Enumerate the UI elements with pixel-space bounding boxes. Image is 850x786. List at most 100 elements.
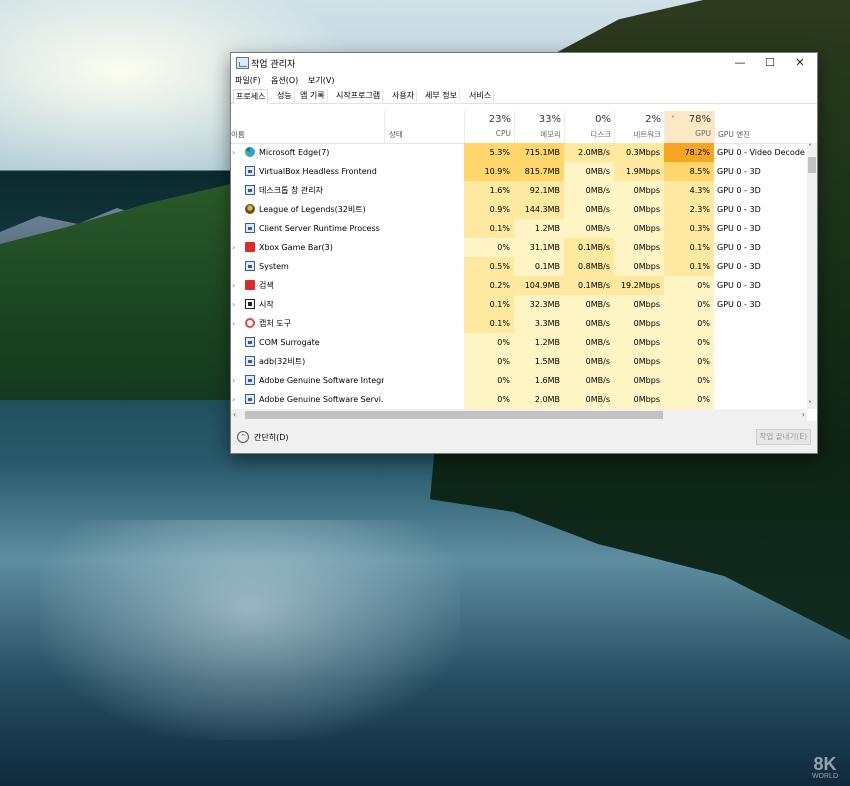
league-icon bbox=[245, 204, 255, 214]
network-cell: 0Mbps bbox=[614, 219, 664, 238]
header-memory[interactable]: 33% 메모리 bbox=[514, 111, 565, 143]
header-cpu-label: CPU bbox=[495, 129, 511, 138]
network-cell: 0Mbps bbox=[614, 314, 664, 333]
tab-startup[interactable]: 시작프로그램 bbox=[334, 89, 384, 102]
end-task-button[interactable]: 작업 끝내기(E) bbox=[755, 429, 811, 445]
header-disk[interactable]: 0% 디스크 bbox=[564, 111, 615, 143]
vertical-scroll-thumb[interactable] bbox=[808, 157, 816, 173]
expand-chevron-icon[interactable]: › bbox=[232, 238, 235, 257]
process-name: Microsoft Edge(7) bbox=[259, 148, 330, 157]
expand-chevron-icon[interactable]: › bbox=[232, 314, 235, 333]
disk-cell: 0MB/s bbox=[564, 162, 614, 181]
xbox-icon bbox=[245, 242, 255, 252]
memory-cell: 2.0MB bbox=[514, 390, 564, 409]
collapse-chevron-icon[interactable]: ⌃ bbox=[237, 431, 249, 443]
column-headers: 이름 상태 23% CPU 33% 메모리 0% 디스크 2% 네트워크 ˅ 7… bbox=[231, 111, 817, 144]
gpu-engine-cell: GPU 0 - 3D bbox=[717, 167, 761, 176]
cpu-cell: 0.5% bbox=[464, 257, 514, 276]
header-gpu-percent: 78% bbox=[688, 114, 711, 125]
memory-cell: 1.2MB bbox=[514, 219, 564, 238]
tab-processes[interactable]: 프로세스 bbox=[233, 89, 269, 104]
gpu-engine-cell: GPU 0 - 3D bbox=[717, 186, 761, 195]
process-name: VirtualBox Headless Frontend bbox=[259, 167, 377, 176]
process-name: League of Legends(32비트) bbox=[259, 205, 366, 214]
network-cell: 0Mbps bbox=[614, 352, 664, 371]
header-status[interactable]: 상태 bbox=[384, 111, 465, 143]
table-row[interactable]: › 검색 0.2% 104.9MB 0.1MB/s 19.2Mbps 0% GPU 0 - 3… bbox=[231, 276, 807, 295]
tab-users[interactable]: 사용자 bbox=[390, 89, 418, 102]
header-gpu[interactable]: ˅ 78% GPU bbox=[664, 111, 715, 143]
menu-file[interactable]: 파일(F) bbox=[235, 75, 261, 86]
network-cell: 0Mbps bbox=[614, 257, 664, 276]
memory-cell: 144.3MB bbox=[514, 200, 564, 219]
tab-details[interactable]: 세부 정보 bbox=[423, 89, 460, 102]
table-row[interactable]: adb(32비트) 0% 1.5MB 0MB/s 0Mbps 0% bbox=[231, 352, 807, 371]
network-cell: 0Mbps bbox=[614, 295, 664, 314]
horizontal-scroll-thumb[interactable] bbox=[245, 411, 663, 419]
header-name-label: 이름 bbox=[231, 130, 245, 139]
memory-cell: 1.5MB bbox=[514, 352, 564, 371]
vertical-scrollbar[interactable]: ˄ ˅ bbox=[807, 143, 817, 409]
table-row[interactable]: › Microsoft Edge(7) 5.3% 715.1MB 2.0MB/s 0.3M… bbox=[231, 143, 807, 162]
network-cell: 0Mbps bbox=[614, 333, 664, 352]
table-row[interactable]: Client Server Runtime Process 0.1% 1.2MB 0M… bbox=[231, 219, 807, 238]
menu-view[interactable]: 보기(V) bbox=[308, 75, 334, 86]
tab-services[interactable]: 서비스 bbox=[467, 89, 495, 102]
table-row[interactable]: League of Legends(32비트) 0.9% 144.3MB 0MB/s 0… bbox=[231, 200, 807, 219]
table-row[interactable]: › 시작 0.1% 32.3MB 0MB/s 0Mbps 0% GPU 0 - 3D bbox=[231, 295, 807, 314]
horizontal-scrollbar[interactable]: ‹ › bbox=[231, 409, 807, 421]
gpu-engine-cell: GPU 0 - Video Decode bbox=[717, 148, 805, 157]
gpu-engine-cell: GPU 0 - 3D bbox=[717, 243, 761, 252]
process-name: 데스크톱 창 관리자 bbox=[259, 186, 323, 195]
scroll-down-icon[interactable]: ˅ bbox=[808, 400, 812, 409]
disk-cell: 0MB/s bbox=[564, 371, 614, 390]
table-row[interactable]: › 캡처 도구 0.1% 3.3MB 0MB/s 0Mbps 0% bbox=[231, 314, 807, 333]
expand-chevron-icon[interactable]: › bbox=[232, 143, 235, 162]
tab-performance[interactable]: 성능 bbox=[275, 89, 295, 102]
gpu-cell: 78.2% bbox=[664, 143, 714, 162]
table-row[interactable]: › Adobe Genuine Software Integr... 0% 1.6MB… bbox=[231, 371, 807, 390]
header-name[interactable]: 이름 bbox=[231, 111, 384, 143]
scroll-up-icon[interactable]: ˄ bbox=[808, 143, 812, 152]
header-cpu[interactable]: 23% CPU bbox=[464, 111, 515, 143]
network-cell: 0Mbps bbox=[614, 238, 664, 257]
disk-cell: 0MB/s bbox=[564, 352, 614, 371]
cpu-cell: 0% bbox=[464, 352, 514, 371]
table-row[interactable]: COM Surrogate 0% 1.2MB 0MB/s 0Mbps 0% bbox=[231, 333, 807, 352]
title-bar[interactable]: 작업 관리자 — ☐ ✕ bbox=[231, 53, 817, 73]
scroll-left-icon[interactable]: ‹ bbox=[233, 409, 236, 421]
table-row[interactable]: › Adobe Genuine Software Servi... 0% 2.0MB 0… bbox=[231, 390, 807, 409]
process-name: COM Surrogate bbox=[259, 338, 320, 347]
gpu-cell: 2.3% bbox=[664, 200, 714, 219]
close-button[interactable]: ✕ bbox=[785, 53, 815, 73]
header-disk-label: 디스크 bbox=[590, 130, 611, 139]
header-gpu-engine[interactable]: GPU 엔진 bbox=[714, 111, 808, 143]
gpu-engine-cell bbox=[717, 352, 807, 371]
memory-cell: 0.1MB bbox=[514, 257, 564, 276]
app-icon bbox=[245, 394, 255, 404]
expand-chevron-icon[interactable]: › bbox=[232, 371, 235, 390]
gpu-engine-cell: GPU 0 - 3D bbox=[717, 281, 761, 290]
menu-options[interactable]: 옵션(O) bbox=[271, 75, 298, 86]
expand-chevron-icon[interactable]: › bbox=[232, 276, 235, 295]
cpu-cell: 0% bbox=[464, 238, 514, 257]
cpu-cell: 0% bbox=[464, 333, 514, 352]
scroll-right-icon[interactable]: › bbox=[802, 409, 805, 421]
tab-app-history[interactable]: 앱 기록 bbox=[298, 89, 328, 102]
table-row[interactable]: VirtualBox Headless Frontend 10.9% 815.7MB… bbox=[231, 162, 807, 181]
table-row[interactable]: System 0.5% 0.1MB 0.8MB/s 0Mbps 0.1% GPU 0 - 3… bbox=[231, 257, 807, 276]
process-name: 시작 bbox=[259, 300, 274, 309]
expand-chevron-icon[interactable]: › bbox=[232, 295, 235, 314]
header-network[interactable]: 2% 네트워크 bbox=[614, 111, 665, 143]
table-row[interactable]: 데스크톱 창 관리자 1.6% 92.1MB 0MB/s 0Mbps 4.3% GPU 0 … bbox=[231, 181, 807, 200]
watermark-small: WORLD bbox=[811, 773, 838, 780]
minimize-button[interactable]: — bbox=[725, 53, 755, 73]
fewer-details-link[interactable]: 간단히(D) bbox=[254, 432, 288, 443]
memory-cell: 1.2MB bbox=[514, 333, 564, 352]
disk-cell: 0MB/s bbox=[564, 390, 614, 409]
table-row[interactable]: › Xbox Game Bar(3) 0% 31.1MB 0.1MB/s 0Mbps 0.1… bbox=[231, 238, 807, 257]
expand-chevron-icon[interactable]: › bbox=[232, 390, 235, 409]
maximize-button[interactable]: ☐ bbox=[755, 53, 785, 73]
process-table: › Microsoft Edge(7) 5.3% 715.1MB 2.0MB/s 0.3M… bbox=[231, 143, 807, 409]
cpu-cell: 0.1% bbox=[464, 295, 514, 314]
